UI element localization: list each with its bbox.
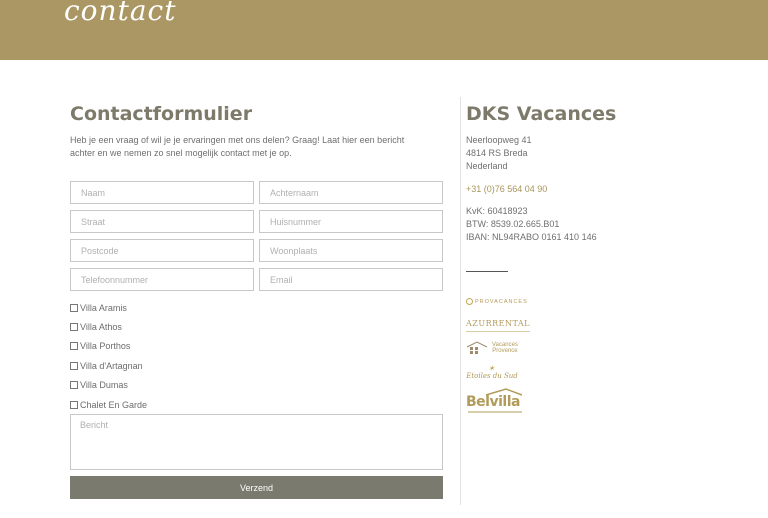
company-legal: KvK: 60418923 BTW: 8539.02.665.B01 IBAN:… <box>466 205 756 244</box>
villa-option[interactable]: Villa Aramis <box>70 298 147 317</box>
street-input[interactable] <box>70 210 254 233</box>
section-rule <box>466 271 508 272</box>
company-address: Neerloopweg 41 4814 RS Breda Nederland <box>466 134 756 173</box>
vacances-provence-logo[interactable]: Vacances Provence <box>466 340 566 356</box>
company-name: DKS Vacances <box>466 103 617 125</box>
villa-option[interactable]: Villa d'Artagnan <box>70 356 147 375</box>
last-name-input[interactable] <box>259 181 443 204</box>
kvk-number: KvK: 60418923 <box>466 206 528 216</box>
villa-label: Villa Dumas <box>80 380 128 391</box>
phone-input[interactable] <box>70 268 254 291</box>
villa-option[interactable]: Villa Porthos <box>70 337 147 356</box>
provacances-logo[interactable]: PROVACANCES <box>466 296 566 307</box>
villa-label: Villa d'Artagnan <box>80 360 143 371</box>
address-line: 4814 RS Breda <box>466 148 528 158</box>
villa-label: Chalet En Garde <box>80 399 148 410</box>
villa-label: Villa Athos <box>80 322 122 333</box>
checkbox[interactable] <box>70 303 78 312</box>
checkbox[interactable] <box>70 381 78 390</box>
checkbox[interactable] <box>70 323 78 332</box>
form-intro: Heb je een vraag of wil je je ervaringen… <box>70 135 405 158</box>
azurrental-logo[interactable]: AZURRENTAL <box>466 319 530 332</box>
city-input[interactable] <box>259 239 443 262</box>
email-input[interactable] <box>259 268 443 291</box>
villa-option[interactable]: Villa Dumas <box>70 376 147 395</box>
postcode-input[interactable] <box>70 239 254 262</box>
vacances-provence-label: Vacances Provence <box>492 341 518 355</box>
message-textarea[interactable] <box>70 414 443 470</box>
house-number-input[interactable] <box>259 210 443 233</box>
etoiles-du-sud-logo[interactable]: ✶ Etoiles du Sud <box>462 364 522 380</box>
hero-title: contact <box>64 0 177 27</box>
partner-logos: PROVACANCES AZURRENTAL Vacances Provence… <box>466 296 566 414</box>
ring-icon <box>466 298 473 305</box>
villa-label: Villa Aramis <box>80 302 127 313</box>
contact-form: Contactformulier Heb je een vraag of wil… <box>70 100 443 499</box>
checkbox[interactable] <box>70 342 78 351</box>
company-info: DKS Vacances Neerloopweg 41 4814 RS Bred… <box>466 100 756 413</box>
star-icon: ✶ <box>488 364 495 373</box>
villa-option[interactable]: Villa Athos <box>70 317 147 336</box>
column-divider <box>460 97 461 505</box>
first-name-input[interactable] <box>70 181 254 204</box>
btw-number: BTW: 8539.02.665.B01 <box>466 219 560 229</box>
villa-checkboxes: Villa Aramis Villa Athos Villa Porthos V… <box>70 298 147 414</box>
submit-button[interactable]: Verzend <box>70 476 443 499</box>
address-line: Nederland <box>466 161 508 171</box>
villa-label: Villa Porthos <box>80 341 131 352</box>
villa-option[interactable]: Chalet En Garde <box>70 395 147 414</box>
iban-number: IBAN: NL94RABO 0161 410 146 <box>466 232 597 242</box>
house-icon <box>466 341 488 354</box>
hero-banner: contact <box>0 0 768 60</box>
checkbox[interactable] <box>70 400 78 409</box>
company-phone-link[interactable]: +31 (0)76 564 04 90 <box>466 184 756 194</box>
address-line: Neerloopweg 41 <box>466 135 532 145</box>
checkbox[interactable] <box>70 361 78 370</box>
form-title: Contactformulier <box>70 103 253 125</box>
belvilla-logo[interactable]: Belvilla <box>466 388 524 414</box>
